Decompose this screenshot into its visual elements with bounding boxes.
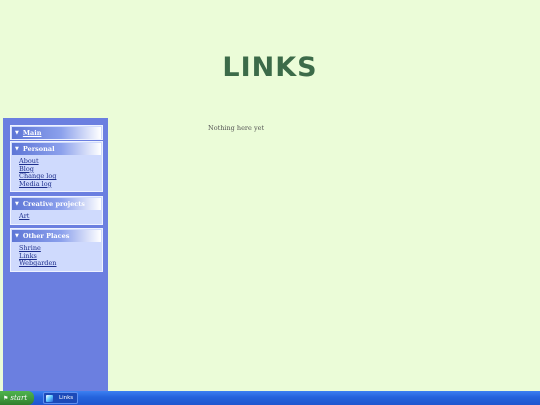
page-title: LINKS bbox=[222, 52, 318, 83]
section-header-other[interactable]: ▼ Other Places bbox=[12, 230, 101, 242]
start-button[interactable]: ⚑ start bbox=[0, 391, 34, 405]
main-link[interactable]: Main bbox=[23, 129, 42, 137]
link-webgarden[interactable]: Webgarden bbox=[19, 260, 102, 268]
start-label: start bbox=[10, 394, 28, 402]
sidebar-section-personal: ▼ Personal About Blog Change log Media l… bbox=[10, 141, 103, 193]
content-placeholder: Nothing here yet bbox=[208, 124, 265, 132]
triangle-down-icon: ▼ bbox=[15, 130, 19, 136]
link-art[interactable]: Art bbox=[19, 212, 102, 221]
sidebar-section-creative: ▼ Creative projects Art bbox=[10, 196, 103, 225]
link-media-log[interactable]: Media log bbox=[19, 180, 102, 189]
triangle-down-icon: ▼ bbox=[15, 233, 19, 239]
section-header-main[interactable]: ▼ Main bbox=[12, 127, 101, 139]
taskbar-item-links[interactable]: Links bbox=[43, 392, 78, 404]
browser-icon bbox=[46, 394, 53, 402]
sidebar-section-main: ▼ Main bbox=[10, 125, 103, 140]
section-header-personal[interactable]: ▼ Personal bbox=[12, 143, 101, 155]
taskbar: ⚑ start Links bbox=[0, 391, 540, 405]
task-label: Links bbox=[59, 395, 74, 401]
sidebar: ▼ Main ▼ Personal About Blog Change log … bbox=[3, 118, 108, 391]
sidebar-section-other: ▼ Other Places Shrine Links Webgarden bbox=[10, 228, 103, 272]
section-title: Other Places bbox=[22, 232, 70, 240]
triangle-down-icon: ▼ bbox=[15, 146, 19, 152]
section-title: Creative projects bbox=[22, 200, 85, 208]
section-title: Personal bbox=[22, 145, 55, 153]
windows-flag-icon: ⚑ bbox=[3, 394, 9, 402]
triangle-down-icon: ▼ bbox=[15, 201, 19, 207]
section-header-creative[interactable]: ▼ Creative projects bbox=[12, 198, 101, 210]
